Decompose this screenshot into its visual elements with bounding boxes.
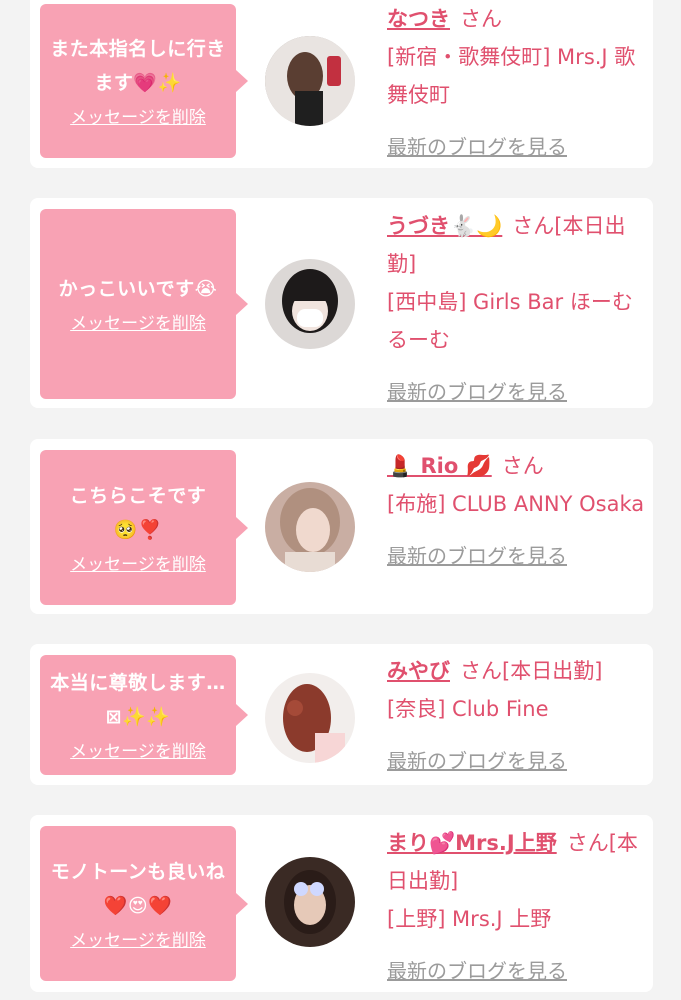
message-bubble: モノトーンも良いね❤️😍❤️ メッセージを削除: [40, 826, 248, 981]
message-text: こちらこそです🥺❣️: [69, 484, 207, 541]
girl-info: なつき さん [新宿・歌舞伎町] Mrs.J 歌舞伎町 最新のブログを見る: [387, 0, 645, 166]
latest-blog-link[interactable]: 最新のブログを見る: [387, 537, 567, 575]
message-bubble: また本指名しに行きます💗✨ メッセージを削除: [40, 4, 248, 158]
delete-message-link[interactable]: メッセージを削除: [70, 312, 206, 336]
avatar[interactable]: [265, 259, 355, 349]
delete-message-link[interactable]: メッセージを削除: [70, 553, 206, 577]
avatar[interactable]: [265, 673, 355, 763]
message-text: かっこいいです😭: [58, 278, 218, 300]
avatar[interactable]: [265, 36, 355, 126]
message-bubble: こちらこそです🥺❣️ メッセージを削除: [40, 450, 248, 605]
delete-message-link[interactable]: メッセージを削除: [70, 929, 206, 953]
latest-blog-link[interactable]: 最新のブログを見る: [387, 742, 567, 780]
shop-location: [布施] CLUB ANNY Osaka: [387, 492, 645, 516]
girl-info: うづき🐇🌙 さん[本日出勤] [西中島] Girls Bar ほーむるーむ 最新の…: [387, 207, 645, 411]
delete-message-link[interactable]: メッセージを削除: [70, 106, 206, 130]
message-bubble: 本当に尊敬します…⊠✨✨ メッセージを削除: [40, 655, 248, 775]
message-text: また本指名しに行きます💗✨: [50, 38, 226, 94]
avatar-image: [265, 36, 355, 126]
girl-name-link[interactable]: まり💕Mrs.J上野: [387, 831, 557, 855]
avatar-image: [265, 259, 355, 349]
message-card: モノトーンも良いね❤️😍❤️ メッセージを削除 まり💕Mrs.J上野 さん[本日出…: [30, 815, 653, 992]
girl-info: みやび さん[本日出勤] [奈良] Club Fine 最新のブログを見る: [387, 652, 645, 780]
girl-name-link[interactable]: 💄 Rio 💋: [387, 454, 492, 478]
honorific: さん[本日出勤]: [460, 659, 603, 683]
latest-blog-link[interactable]: 最新のブログを見る: [387, 373, 567, 411]
message-text: モノトーンも良いね❤️😍❤️: [50, 860, 226, 917]
message-card: こちらこそです🥺❣️ メッセージを削除 💄 Rio 💋 さん [布施] CLUB …: [30, 439, 653, 614]
shop-location: [西中島] Girls Bar ほーむるーむ: [387, 290, 633, 352]
avatar[interactable]: [265, 482, 355, 572]
girl-name-link[interactable]: うづき🐇🌙: [387, 214, 502, 238]
message-bubble: かっこいいです😭 メッセージを削除: [40, 209, 248, 399]
girl-name-link[interactable]: みやび: [387, 659, 450, 683]
honorific: さん: [460, 7, 502, 31]
avatar-image: [265, 857, 355, 947]
avatar-image: [265, 673, 355, 763]
girl-info: まり💕Mrs.J上野 さん[本日出勤] [上野] Mrs.J 上野 最新のブログを…: [387, 824, 645, 990]
delete-message-link[interactable]: メッセージを削除: [70, 740, 206, 764]
shop-location: [奈良] Club Fine: [387, 697, 549, 721]
latest-blog-link[interactable]: 最新のブログを見る: [387, 952, 567, 990]
message-card: かっこいいです😭 メッセージを削除 うづき🐇🌙 さん[本日出勤] [西中島] Gi…: [30, 198, 653, 408]
message-text: 本当に尊敬します…⊠✨✨: [50, 672, 226, 728]
latest-blog-link[interactable]: 最新のブログを見る: [387, 128, 567, 166]
honorific: さん: [501, 454, 544, 478]
shop-location: [新宿・歌舞伎町] Mrs.J 歌舞伎町: [387, 45, 636, 107]
girl-name-link[interactable]: なつき: [387, 7, 450, 31]
message-card: 本当に尊敬します…⊠✨✨ メッセージを削除 みやび さん[本日出勤] [奈良] C…: [30, 644, 653, 785]
avatar-image: [265, 482, 355, 572]
message-card: また本指名しに行きます💗✨ メッセージを削除 なつき さん [新宿・歌舞伎町] M…: [30, 0, 653, 168]
shop-location: [上野] Mrs.J 上野: [387, 907, 552, 931]
avatar[interactable]: [265, 857, 355, 947]
girl-info: 💄 Rio 💋 さん [布施] CLUB ANNY Osaka 最新のブログを見る: [387, 447, 645, 575]
